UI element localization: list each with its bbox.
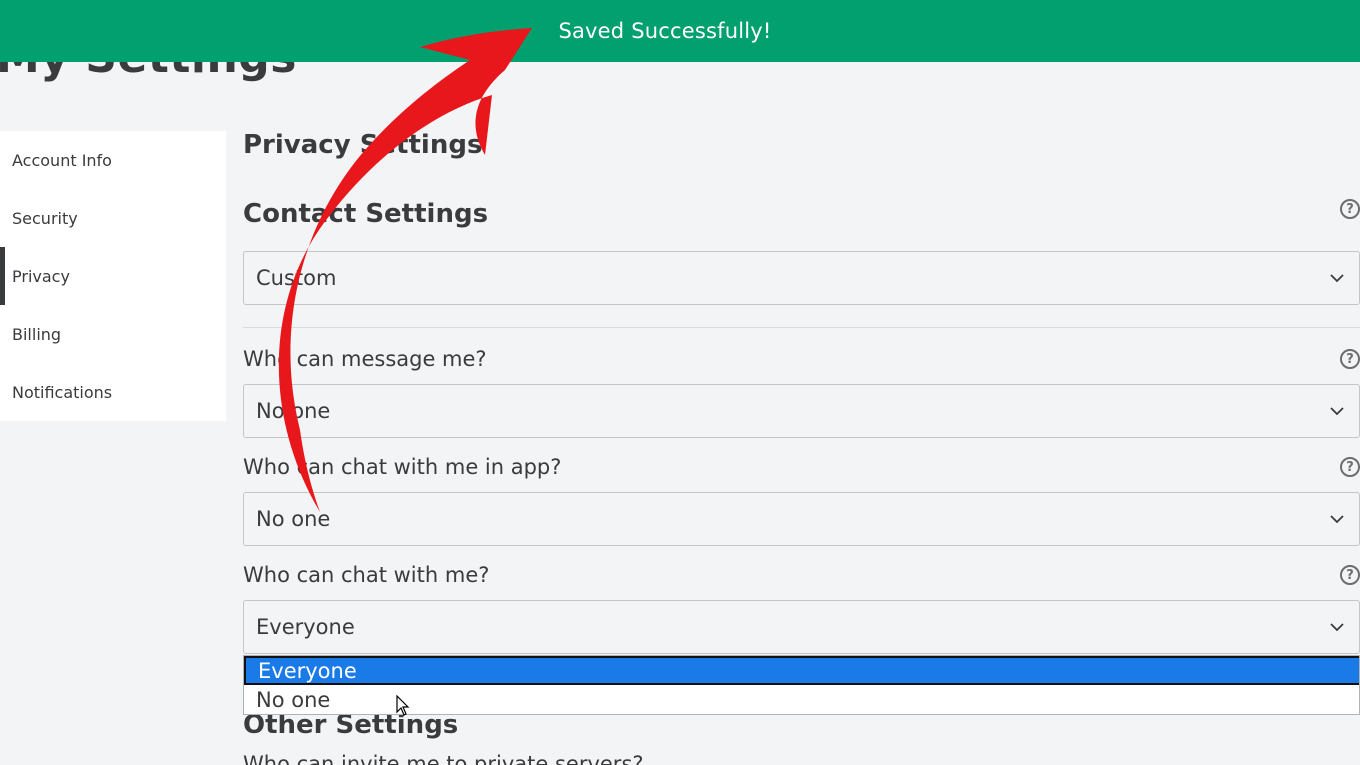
divider (243, 327, 1360, 328)
help-circle-icon[interactable]: ? (1340, 457, 1360, 477)
sidebar-item-label: Account Info (12, 150, 112, 170)
contact-settings-select[interactable]: Custom (243, 251, 1360, 305)
chat-setting-label: Who can chat with me? (243, 563, 490, 587)
message-setting-select[interactable]: No one (243, 384, 1360, 438)
select-value: Custom (256, 266, 337, 290)
chevron-down-icon (1330, 515, 1344, 524)
sidebar-item-notifications[interactable]: Notifications (0, 363, 226, 421)
success-toast: Saved Successfully! (0, 0, 1360, 62)
privacy-settings-panel: Privacy Settings Contact Settings ? Cust… (243, 0, 1360, 765)
help-circle-icon[interactable]: ? (1340, 199, 1360, 219)
invite-setting-label-text: Who can invite me to private servers? (243, 752, 644, 765)
help-circle-icon[interactable]: ? (1340, 349, 1360, 369)
toast-message: Saved Successfully! (558, 19, 772, 43)
chat-app-setting-select[interactable]: No one (243, 492, 1360, 546)
chevron-down-icon (1330, 274, 1344, 283)
invite-setting-label: Who can invite me to private servers? (243, 752, 644, 765)
sidebar-item-billing[interactable]: Billing (0, 305, 226, 363)
sidebar-item-label: Notifications (12, 382, 113, 402)
dropdown-option-everyone[interactable]: Everyone (244, 656, 1359, 685)
select-value: No one (256, 399, 331, 423)
sidebar-item-label: Billing (12, 324, 62, 344)
help-circle-icon[interactable]: ? (1340, 565, 1360, 585)
sidebar-item-label: Security (12, 208, 78, 228)
sidebar-item-privacy[interactable]: Privacy (0, 247, 226, 305)
chat-app-setting-label: Who can chat with me in app? (243, 455, 562, 479)
privacy-settings-title: Privacy Settings (243, 130, 483, 160)
sidebar-item-account-info[interactable]: Account Info (0, 131, 226, 189)
dropdown-option-no-one[interactable]: No one (244, 685, 1359, 714)
chat-setting-select[interactable]: Everyone (243, 600, 1360, 654)
contact-settings-title: Contact Settings (243, 199, 489, 229)
chevron-down-icon (1330, 407, 1344, 416)
message-setting-label: Who can message me? (243, 347, 487, 371)
select-value: No one (256, 507, 331, 531)
select-value: Everyone (256, 615, 355, 639)
chevron-down-icon (1330, 623, 1344, 632)
sidebar-item-label: Privacy (12, 266, 70, 286)
settings-sidebar: Account Info Security Privacy Billing No… (0, 131, 226, 421)
chat-setting-dropdown: Everyone No one (243, 655, 1360, 715)
mouse-pointer-icon (396, 695, 410, 716)
sidebar-item-security[interactable]: Security (0, 189, 226, 247)
